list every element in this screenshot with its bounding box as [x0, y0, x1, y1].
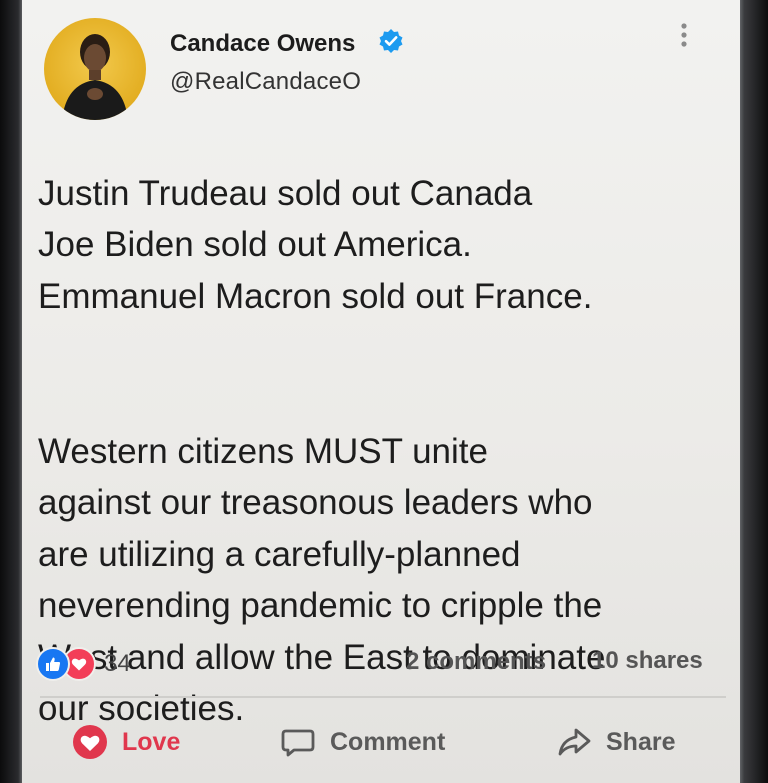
love-label: Love [122, 727, 181, 756]
post-text: Justin Trudeau sold out Canada Joe Biden… [38, 116, 718, 783]
author-handle[interactable]: @RealCandaceO [170, 68, 361, 96]
avatar[interactable] [44, 18, 146, 120]
author-name[interactable]: Candace Owens [170, 30, 355, 58]
reaction-count: 34 [104, 650, 131, 677]
reaction-summary[interactable]: 34 [36, 647, 131, 681]
share-icon [558, 728, 591, 756]
like-icon [36, 647, 70, 681]
post-paragraph-2: Western citizens MUST unite against our … [38, 431, 606, 729]
share-button[interactable]: Share [556, 722, 675, 762]
love-button[interactable]: Love [72, 722, 180, 762]
share-label: Share [606, 727, 676, 756]
shares-count[interactable]: 10 shares [592, 647, 703, 675]
more-options-icon[interactable] [672, 20, 696, 50]
comments-count[interactable]: 2 comments [406, 648, 546, 676]
verified-badge-icon [379, 29, 403, 53]
post-card: Candace Owens @RealCandaceO Justin Trude… [22, 0, 740, 783]
comment-button[interactable]: Comment [280, 722, 445, 762]
comment-label: Comment [330, 727, 446, 756]
comment-icon [281, 729, 315, 757]
divider [40, 696, 726, 698]
post-paragraph-1: Justin Trudeau sold out Canada Joe Biden… [38, 173, 593, 316]
love-icon [73, 725, 107, 759]
